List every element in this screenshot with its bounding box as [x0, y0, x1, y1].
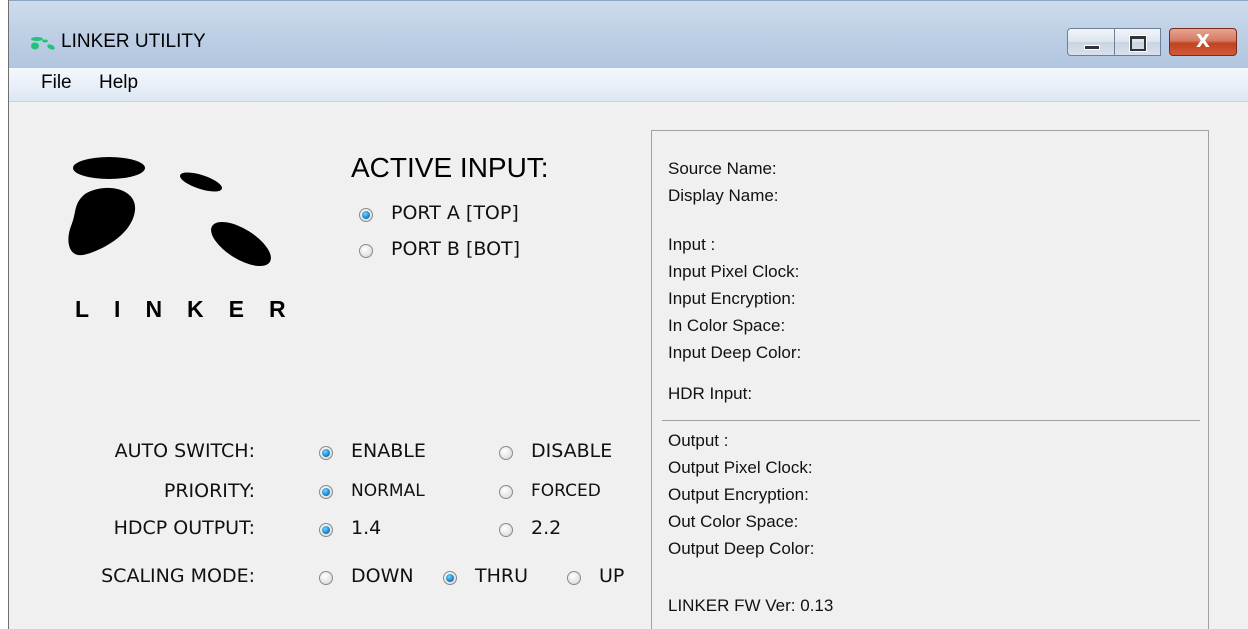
linker-logo: [68, 157, 271, 267]
auto-switch-enable-radio[interactable]: [319, 446, 333, 460]
auto-switch-disable-radio[interactable]: [499, 446, 513, 460]
auto-switch-disable-label[interactable]: DISABLE: [531, 440, 612, 462]
source-name-label: Source Name:: [668, 159, 777, 178]
status-info-panel: Source Name: Display Name: Input : Input…: [651, 130, 1209, 629]
priority-label: PRIORITY:: [163, 480, 255, 502]
title-bar[interactable]: LINKER UTILITY X: [9, 0, 1248, 68]
hdcp-1-4-label[interactable]: 1.4: [351, 517, 381, 539]
info-divider: [662, 420, 1200, 421]
menu-help[interactable]: Help: [95, 72, 142, 94]
active-input-title: ACTIVE INPUT:: [351, 152, 549, 183]
scaling-thru-label[interactable]: THRU: [475, 565, 528, 587]
priority-normal-radio[interactable]: [319, 485, 333, 499]
close-icon: X: [1196, 31, 1210, 52]
hdcp-output-label: HDCP OUTPUT:: [113, 517, 255, 539]
in-color-space-label: In Color Space:: [668, 316, 786, 335]
priority-forced-radio[interactable]: [499, 485, 513, 499]
input-encryption-label: Input Encryption:: [668, 289, 796, 308]
app-window: LINKER UTILITY X File Help LINKER ACTIVE…: [8, 0, 1248, 629]
app-logo-icon: [31, 37, 55, 50]
logo-wordmark: LINKER: [75, 296, 311, 322]
display-name-label: Display Name:: [668, 186, 779, 205]
port-b-radio[interactable]: [359, 244, 373, 258]
scaling-down-radio[interactable]: [319, 571, 333, 585]
priority-forced-label[interactable]: FORCED: [531, 481, 601, 501]
input-deep-color-label: Input Deep Color:: [668, 343, 802, 362]
scaling-up-label[interactable]: UP: [599, 565, 624, 587]
auto-switch-label: AUTO SWITCH:: [114, 440, 255, 462]
scaling-up-radio[interactable]: [567, 571, 581, 585]
output-label: Output :: [668, 431, 729, 450]
port-a-label[interactable]: PORT A [TOP]: [391, 202, 519, 224]
auto-switch-enable-label[interactable]: ENABLE: [351, 440, 426, 462]
close-button[interactable]: X: [1169, 28, 1237, 56]
port-a-radio[interactable]: [359, 208, 373, 222]
input-label: Input :: [668, 235, 716, 254]
menu-bar: File Help: [9, 68, 1248, 102]
window-title: LINKER UTILITY: [61, 31, 206, 52]
hdr-input-label: HDR Input:: [668, 384, 753, 403]
hdcp-2-2-radio[interactable]: [499, 523, 513, 537]
out-color-space-label: Out Color Space:: [668, 512, 799, 531]
menu-file[interactable]: File: [37, 72, 76, 94]
port-b-label[interactable]: PORT B [BOT]: [391, 238, 520, 260]
maximize-icon: [1129, 35, 1147, 52]
maximize-button[interactable]: [1115, 28, 1161, 56]
scaling-thru-radio[interactable]: [443, 571, 457, 585]
scaling-down-label[interactable]: DOWN: [351, 565, 414, 587]
output-deep-color-label: Output Deep Color:: [668, 539, 815, 558]
minimize-icon: [1084, 45, 1100, 50]
hdcp-2-2-label[interactable]: 2.2: [531, 517, 561, 539]
firmware-version-label: LINKER FW Ver: 0.13: [668, 596, 834, 615]
priority-normal-label[interactable]: NORMAL: [351, 481, 425, 501]
minimize-button[interactable]: [1067, 28, 1115, 56]
scaling-mode-label: SCALING MODE:: [101, 565, 255, 587]
output-pixel-clock-label: Output Pixel Clock:: [668, 458, 813, 477]
output-encryption-label: Output Encryption:: [668, 485, 809, 504]
input-pixel-clock-label: Input Pixel Clock:: [668, 262, 800, 281]
hdcp-1-4-radio[interactable]: [319, 523, 333, 537]
